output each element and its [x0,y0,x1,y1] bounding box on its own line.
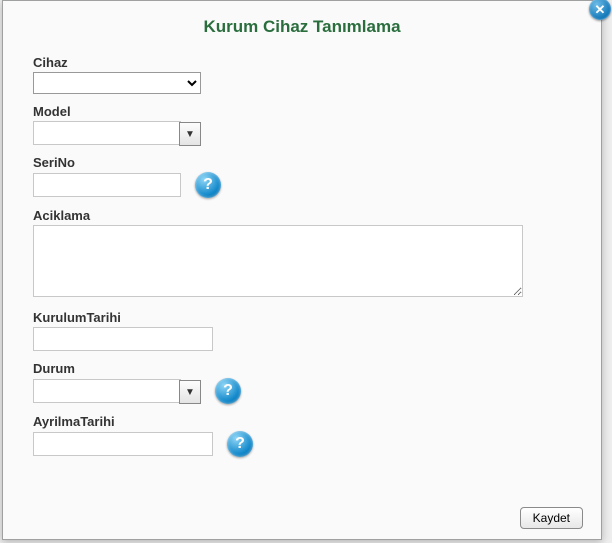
chevron-down-icon: ▼ [185,129,195,140]
close-icon: ✕ [595,3,606,16]
help-icon: ? [223,382,233,400]
field-serino: SeriNo ? [33,155,571,198]
field-ayrilmatarihi: AyrilmaTarihi ? [33,414,571,457]
input-serino[interactable] [33,173,181,197]
help-button-ayrilmatarihi[interactable]: ? [227,431,253,457]
field-model: Model ▼ [33,104,571,145]
dropdown-button-model[interactable]: ▼ [179,122,201,146]
label-model: Model [33,104,571,119]
input-aciklama[interactable] [33,225,523,297]
close-button[interactable]: ✕ [589,0,611,20]
field-kurulumtarihi: KurulumTarihi [33,310,571,351]
input-ayrilmatarihi[interactable] [33,432,213,456]
dropdown-button-durum[interactable]: ▼ [179,380,201,404]
label-serino: SeriNo [33,155,571,170]
device-definition-dialog: ✕ Kurum Cihaz Tanımlama Cihaz Model ▼ Se… [2,0,602,540]
dialog-title: Kurum Cihaz Tanımlama [33,17,571,37]
input-kurulumtarihi[interactable] [33,327,213,351]
help-button-serino[interactable]: ? [195,172,221,198]
input-model[interactable] [33,121,181,145]
combo-model: ▼ [33,121,201,145]
label-aciklama: Aciklama [33,208,571,223]
input-cihaz[interactable] [33,72,201,94]
field-durum: Durum ▼ ? [33,361,571,404]
help-icon: ? [203,176,213,194]
label-durum: Durum [33,361,571,376]
label-kurulumtarihi: KurulumTarihi [33,310,571,325]
dialog-footer: Kaydet [520,507,583,529]
field-cihaz: Cihaz [33,55,571,94]
label-cihaz: Cihaz [33,55,571,70]
help-button-durum[interactable]: ? [215,378,241,404]
field-aciklama: Aciklama [33,208,571,300]
save-button[interactable]: Kaydet [520,507,583,529]
help-icon: ? [235,435,245,453]
input-durum[interactable] [33,379,181,403]
label-ayrilmatarihi: AyrilmaTarihi [33,414,571,429]
chevron-down-icon: ▼ [185,387,195,398]
combo-durum: ▼ [33,379,201,403]
